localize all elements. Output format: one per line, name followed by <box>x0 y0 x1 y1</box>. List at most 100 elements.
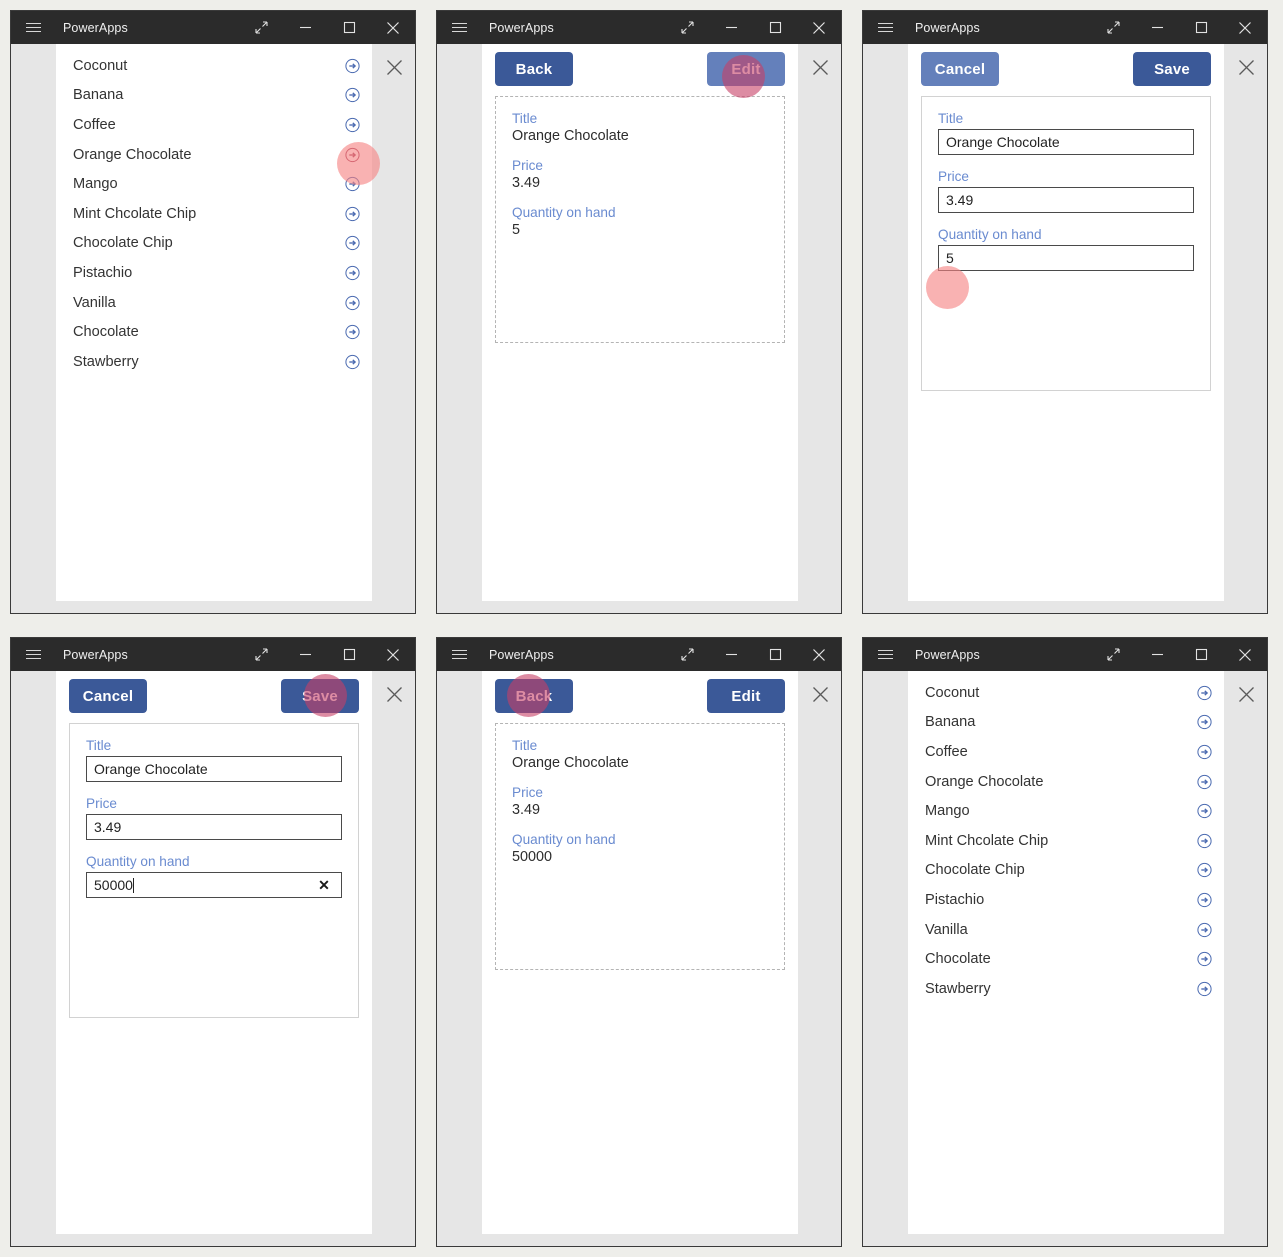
app-close-icon[interactable] <box>1233 54 1259 80</box>
list-item[interactable]: Banana <box>908 708 1224 738</box>
close-icon[interactable] <box>797 638 841 671</box>
arrow-right-circle-icon[interactable] <box>1197 715 1212 730</box>
arrow-right-circle-icon[interactable] <box>345 147 360 162</box>
list-item[interactable]: Vanilla <box>56 288 372 318</box>
title-input[interactable]: Orange Chocolate <box>938 129 1194 155</box>
close-icon[interactable] <box>1223 638 1267 671</box>
menu-icon[interactable] <box>437 638 481 671</box>
quantity-input[interactable]: 5 <box>938 245 1194 271</box>
list-item[interactable]: Mango <box>56 169 372 199</box>
arrow-right-circle-icon[interactable] <box>345 236 360 251</box>
quantity-input[interactable]: 50000 ✕ <box>86 872 342 898</box>
arrow-right-circle-icon[interactable] <box>345 206 360 221</box>
list-item[interactable]: Stawberry <box>908 974 1224 1004</box>
cancel-button[interactable]: Cancel <box>69 679 147 713</box>
minimize-icon[interactable] <box>709 638 753 671</box>
title-input[interactable]: Orange Chocolate <box>86 756 342 782</box>
arrow-right-circle-icon[interactable] <box>1197 774 1212 789</box>
arrow-right-circle-icon[interactable] <box>345 354 360 369</box>
back-button[interactable]: Back <box>495 52 573 86</box>
maximize-icon[interactable] <box>753 638 797 671</box>
clear-x-icon[interactable]: ✕ <box>316 877 332 893</box>
arrow-right-circle-icon[interactable] <box>345 58 360 73</box>
gallery-list[interactable]: Coconut Banana Coffee Orange Chocolate Mango… <box>908 671 1224 1004</box>
menu-icon[interactable] <box>863 638 907 671</box>
list-item[interactable]: Coffee <box>908 737 1224 767</box>
list-item[interactable]: Coconut <box>908 678 1224 708</box>
app-screen-edit-typed: Cancel Save Title Orange Chocolate Price 3.… <box>56 671 372 1234</box>
minimize-icon[interactable] <box>709 11 753 44</box>
close-icon[interactable] <box>371 11 415 44</box>
edit-button[interactable]: Edit <box>707 679 785 713</box>
back-button[interactable]: Back <box>495 679 573 713</box>
app-body: Coconut Banana Coffee Orange Chocolate Mango… <box>11 44 415 613</box>
list-item[interactable]: Stawberry <box>56 347 372 377</box>
maximize-icon[interactable] <box>327 638 371 671</box>
maximize-icon[interactable] <box>753 11 797 44</box>
close-icon[interactable] <box>1223 11 1267 44</box>
arrow-right-circle-icon[interactable] <box>1197 952 1212 967</box>
menu-icon[interactable] <box>437 11 481 44</box>
minimize-icon[interactable] <box>283 638 327 671</box>
arrow-right-circle-icon[interactable] <box>345 177 360 192</box>
edit-button[interactable]: Edit <box>707 52 785 86</box>
gallery-list[interactable]: Coconut Banana Coffee Orange Chocolate Mango… <box>56 44 372 377</box>
menu-icon[interactable] <box>863 11 907 44</box>
maximize-icon[interactable] <box>1179 638 1223 671</box>
list-item[interactable]: Chocolate <box>56 317 372 347</box>
app-close-icon[interactable] <box>381 681 407 707</box>
app-close-icon[interactable] <box>807 681 833 707</box>
arrow-right-circle-icon[interactable] <box>1197 833 1212 848</box>
list-item[interactable]: Mint Chcolate Chip <box>908 826 1224 856</box>
list-item[interactable]: Orange Chocolate <box>908 767 1224 797</box>
price-input[interactable]: 3.49 <box>86 814 342 840</box>
save-button[interactable]: Save <box>281 679 359 713</box>
minimize-icon[interactable] <box>283 11 327 44</box>
cancel-button[interactable]: Cancel <box>921 52 999 86</box>
maximize-icon[interactable] <box>1179 11 1223 44</box>
list-item[interactable]: Coffee <box>56 110 372 140</box>
app-close-icon[interactable] <box>381 54 407 80</box>
menu-icon[interactable] <box>11 11 55 44</box>
close-icon[interactable] <box>371 638 415 671</box>
close-icon[interactable] <box>797 11 841 44</box>
list-item[interactable]: Vanilla <box>908 915 1224 945</box>
arrow-right-circle-icon[interactable] <box>1197 804 1212 819</box>
list-item[interactable]: Banana <box>56 81 372 111</box>
arrow-right-circle-icon[interactable] <box>1197 744 1212 760</box>
save-button[interactable]: Save <box>1133 52 1211 86</box>
arrow-right-circle-icon[interactable] <box>345 117 360 133</box>
list-item[interactable]: Chocolate <box>908 944 1224 974</box>
maximize-icon[interactable] <box>327 11 371 44</box>
app-close-icon[interactable] <box>807 54 833 80</box>
arrow-right-circle-icon[interactable] <box>1197 922 1212 937</box>
restore-diagonal-icon[interactable] <box>1091 638 1135 671</box>
restore-diagonal-icon[interactable] <box>239 11 283 44</box>
list-item[interactable]: Pistachio <box>908 885 1224 915</box>
list-item[interactable]: Orange Chocolate <box>56 140 372 170</box>
arrow-right-circle-icon[interactable] <box>345 88 360 103</box>
arrow-right-circle-icon[interactable] <box>345 325 360 340</box>
restore-diagonal-icon[interactable] <box>239 638 283 671</box>
list-item[interactable]: Coconut <box>56 51 372 81</box>
list-item[interactable]: Chocolate Chip <box>908 856 1224 886</box>
arrow-right-circle-icon[interactable] <box>345 295 360 310</box>
arrow-right-circle-icon[interactable] <box>1197 981 1212 996</box>
restore-diagonal-icon[interactable] <box>665 11 709 44</box>
restore-diagonal-icon[interactable] <box>665 638 709 671</box>
menu-icon[interactable] <box>11 638 55 671</box>
list-item[interactable]: Chocolate Chip <box>56 229 372 259</box>
list-item[interactable]: Mint Chcolate Chip <box>56 199 372 229</box>
app-close-icon[interactable] <box>1233 681 1259 707</box>
price-input[interactable]: 3.49 <box>938 187 1194 213</box>
list-item[interactable]: Mango <box>908 796 1224 826</box>
list-item[interactable]: Pistachio <box>56 258 372 288</box>
minimize-icon[interactable] <box>1135 11 1179 44</box>
restore-diagonal-icon[interactable] <box>1091 11 1135 44</box>
list-item-label: Coffee <box>73 116 116 133</box>
arrow-right-circle-icon[interactable] <box>1197 685 1212 700</box>
arrow-right-circle-icon[interactable] <box>1197 892 1212 908</box>
minimize-icon[interactable] <box>1135 638 1179 671</box>
arrow-right-circle-icon[interactable] <box>1197 863 1212 878</box>
arrow-right-circle-icon[interactable] <box>345 265 360 281</box>
